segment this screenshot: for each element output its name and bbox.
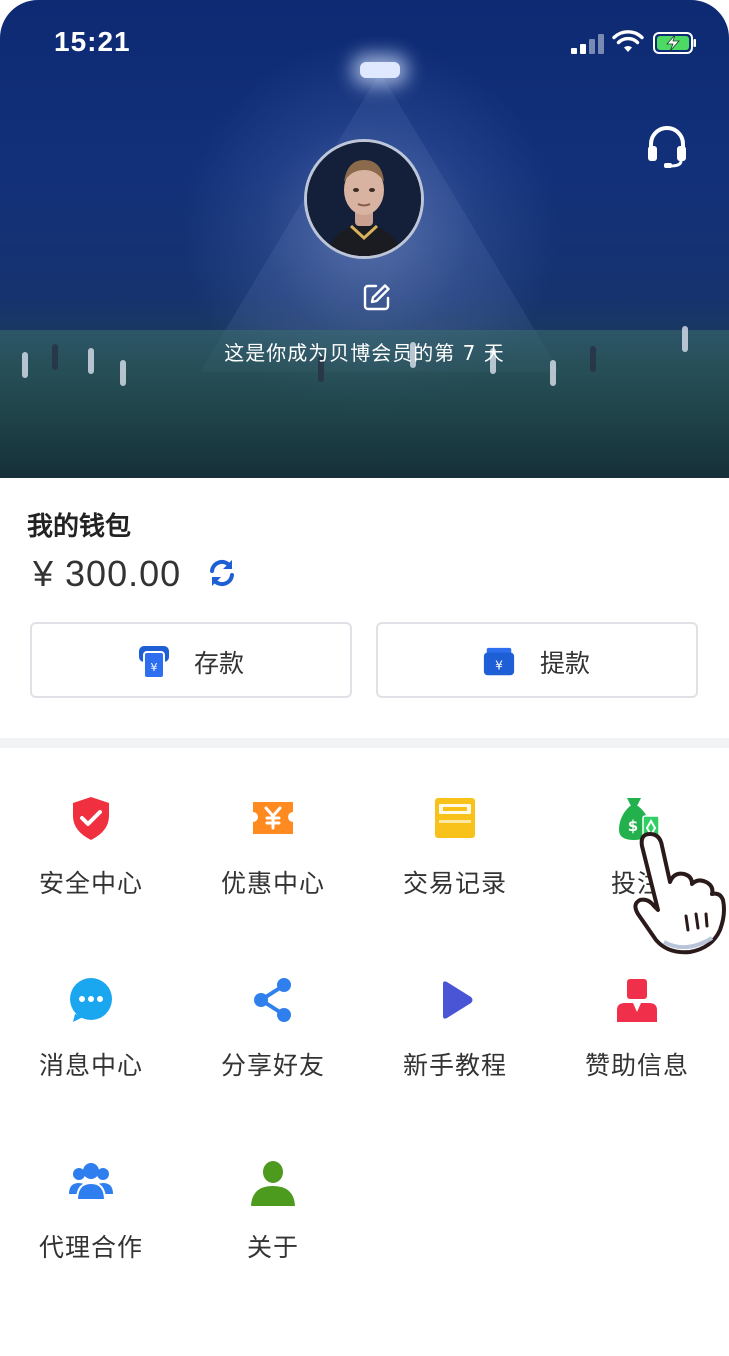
tap-hint-hand-icon — [633, 832, 726, 955]
menu-item-share-friends[interactable]: 分享好友 — [182, 976, 364, 1146]
refresh-balance-icon[interactable] — [207, 558, 237, 588]
customer-service-headset-icon[interactable] — [644, 124, 690, 170]
menu-item-sponsorship[interactable]: 赞助信息 — [546, 976, 728, 1146]
cellular-signal-icon — [571, 34, 605, 54]
menu-item-security-center[interactable]: 安全中心 — [0, 794, 182, 964]
menu-item-agent-partnership[interactable]: 代理合作 — [0, 1158, 182, 1328]
menu-item-label: 安全中心 — [38, 869, 143, 898]
menu-item-label: 优惠中心 — [220, 869, 325, 898]
menu-item-label: 消息中心 — [38, 1051, 143, 1080]
withdraw-label: 提款 — [540, 649, 591, 678]
wifi-icon — [612, 30, 644, 52]
menu-item-promotions[interactable]: 优惠中心 — [182, 794, 364, 964]
svg-text:¥: ¥ — [151, 661, 158, 674]
ledger-icon — [435, 798, 475, 838]
shield-icon — [73, 797, 109, 840]
section-divider — [0, 738, 729, 748]
share-icon — [254, 978, 291, 1022]
deposit-atm-icon: ¥ — [139, 646, 169, 679]
profile-header: 15:21 这是你成为贝博会员的第 7 天 — [0, 0, 729, 478]
menu-item-tutorial[interactable]: 新手教程 — [364, 976, 546, 1146]
menu-item-messages[interactable]: 消息中心 — [0, 976, 182, 1146]
menu-item-about[interactable]: 关于 — [182, 1158, 364, 1328]
menu-item-label: 新手教程 — [402, 1051, 507, 1080]
menu-item-label: 交易记录 — [402, 869, 507, 898]
status-bar: 15:21 — [0, 0, 729, 86]
team-icon — [69, 1163, 113, 1201]
person-icon — [251, 1161, 295, 1206]
chat-bubble-icon — [70, 978, 112, 1022]
avatar-portrait — [307, 142, 421, 256]
deposit-button[interactable]: ¥ 存款 — [30, 622, 352, 698]
wallet-balance: ¥ 300.00 — [33, 553, 182, 594]
menu-item-label: 代理合作 — [38, 1233, 143, 1262]
avatar[interactable] — [304, 139, 424, 259]
menu-item-label: 赞助信息 — [584, 1051, 689, 1080]
sponsor-person-icon — [617, 979, 657, 1022]
withdraw-wallet-icon: ¥ — [483, 647, 515, 676]
menu-item-label: 分享好友 — [220, 1051, 325, 1080]
status-time: 15:21 — [54, 26, 131, 57]
menu-item-label: 关于 — [246, 1233, 299, 1262]
deposit-label: 存款 — [194, 649, 245, 678]
play-icon — [443, 981, 473, 1019]
edit-profile-icon[interactable] — [362, 282, 392, 312]
ticket-icon — [253, 802, 293, 834]
menu-item-transactions[interactable]: 交易记录 — [364, 794, 546, 964]
svg-text:¥: ¥ — [495, 659, 503, 673]
wallet-title: 我的钱包 — [27, 512, 132, 542]
battery-charging-icon — [653, 32, 696, 54]
withdraw-button[interactable]: ¥ 提款 — [376, 622, 698, 698]
app-screen: 15:21 这是你成为贝博会员的第 7 天 我的钱包 ¥ 300.00 ¥ 存款… — [0, 0, 729, 1356]
member-days-text: 这是你成为贝博会员的第 7 天 — [224, 341, 505, 365]
